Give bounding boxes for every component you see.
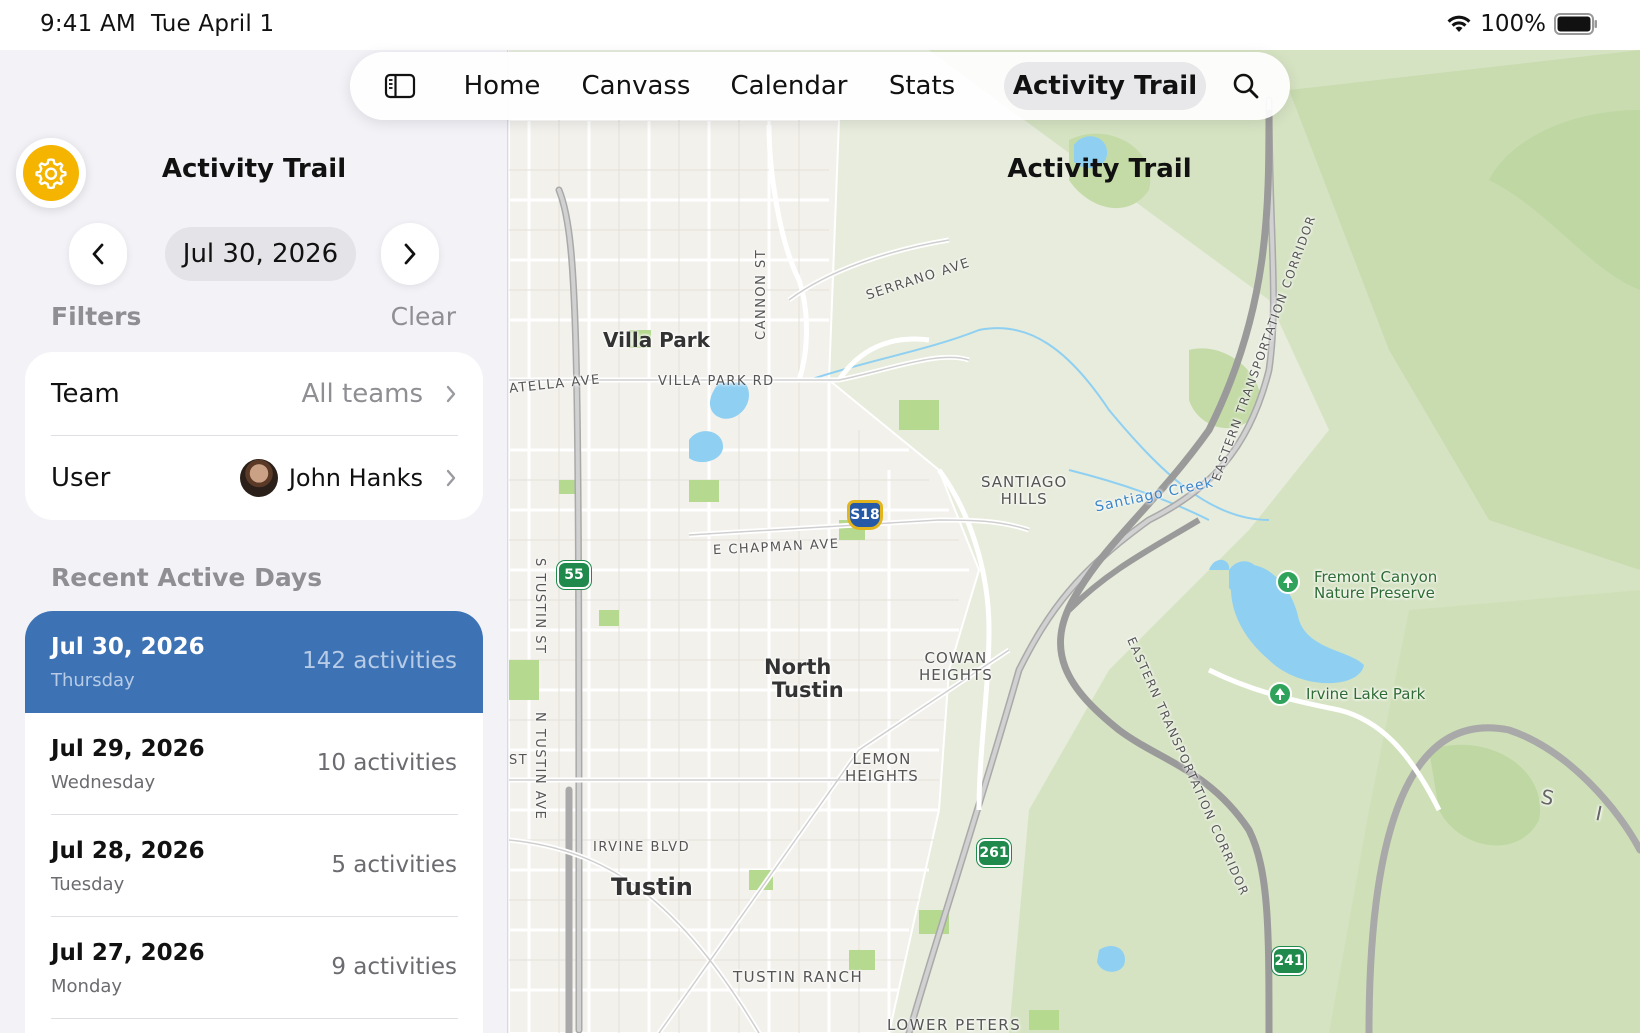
day-row[interactable]: Jul 28, 2026 Tuesday 5 activities: [25, 815, 483, 917]
map-label-hills: HILLS: [1000, 490, 1048, 508]
status-indicators: 100%: [1446, 11, 1598, 37]
tree-icon[interactable]: [1268, 682, 1292, 706]
sidebar-title: Activity Trail: [161, 154, 347, 184]
chevron-right-icon: [404, 243, 416, 265]
map-label-north: North: [764, 655, 832, 679]
tab-stats[interactable]: Stats: [874, 62, 970, 110]
map-label-lower-peters: LOWER PETERS: [887, 1016, 1022, 1033]
day-row[interactable]: Jul 27, 2026 Monday 9 activities: [25, 917, 483, 1019]
user-filter-label: User: [51, 463, 111, 493]
day-activity-count: 10 activities: [316, 750, 457, 776]
wifi-icon: [1446, 14, 1472, 34]
settings-button[interactable]: [16, 138, 86, 208]
tree-icon[interactable]: [1276, 570, 1300, 594]
map-title: Activity Trail: [1007, 154, 1192, 184]
tab-home[interactable]: Home: [450, 62, 554, 110]
chevron-right-icon: [446, 385, 456, 403]
map-label-lemon-heights: LEMON HEIGHTS: [845, 751, 919, 785]
route-s18-shield: S18: [848, 501, 882, 529]
tab-canvass[interactable]: Canvass: [568, 62, 704, 110]
map-label-fremont-1: Fremont Canyon: [1314, 568, 1438, 586]
sidebar: Activity Trail Jul 30, 2026 Filters Clea…: [0, 50, 508, 1033]
map-label-tustin: Tustin: [611, 873, 693, 901]
user-filter-value: John Hanks: [288, 464, 423, 492]
map-label-irvine-lake: Irvine Lake Park: [1306, 685, 1426, 703]
date-picker-button[interactable]: Jul 30, 2026: [165, 227, 356, 281]
day-row[interactable]: Jul 29, 2026 Wednesday 10 activities: [25, 713, 483, 815]
map-label-villa-park: Villa Park: [603, 328, 710, 352]
tab-bar: Home Canvass Calendar Stats Activity Tra…: [350, 52, 1290, 120]
filters-heading: Filters: [51, 302, 142, 331]
sidebar-toggle-button[interactable]: [368, 62, 432, 110]
map-label-lemon-heights-2: HEIGHTS: [845, 767, 919, 785]
search-icon: [1233, 73, 1259, 99]
map-label-villa-park-rd: VILLA PARK RD: [658, 374, 775, 389]
day-date: Jul 29, 2026: [51, 736, 205, 762]
day-row-selected[interactable]: Jul 30, 2026 Thursday 142 activities: [25, 611, 483, 713]
map-label-fremont: Fremont Canyon Nature Preserve: [1314, 569, 1437, 601]
day-date: Jul 27, 2026: [51, 940, 205, 966]
status-bar: 9:41 AM Tue April 1 100%: [0, 0, 1640, 50]
sidebar-icon: [384, 73, 416, 99]
map-label-irvine-blvd: IRVINE BLVD: [593, 840, 691, 855]
user-filter-row[interactable]: User John Hanks: [25, 436, 483, 520]
gear-icon: [23, 145, 79, 201]
day-date: Jul 30, 2026: [51, 634, 205, 660]
team-filter-label: Team: [51, 379, 120, 409]
divider: [51, 1018, 458, 1019]
map-label-north-tustin: Tustin: [772, 678, 844, 702]
map-label-s-tustin: S TUSTIN ST: [532, 558, 547, 655]
day-activity-count: 142 activities: [302, 648, 457, 674]
day-weekday: Monday: [51, 976, 123, 997]
tab-activity-trail[interactable]: Activity Trail: [1004, 62, 1206, 110]
route-55-shield: 55: [557, 561, 591, 589]
clear-filters-button[interactable]: Clear: [391, 302, 456, 331]
search-button[interactable]: [1222, 62, 1270, 110]
route-241-shield: 241: [1272, 947, 1306, 975]
status-date: Tue April 1: [150, 11, 275, 37]
map-label-cowan: COWAN: [924, 649, 988, 667]
next-day-button[interactable]: [381, 223, 439, 285]
recent-days-list: Jul 30, 2026 Thursday 142 activities Jul…: [25, 611, 483, 1033]
filter-card: Team All teams User John Hanks: [25, 352, 483, 520]
team-filter-value: All teams: [301, 379, 424, 409]
map-label-cannon: CANNON ST: [754, 248, 769, 340]
avatar: [240, 459, 278, 497]
status-time: 9:41 AM Tue April 1: [40, 11, 274, 37]
map-label-santiago: SANTIAGO: [981, 473, 1068, 491]
map-label-cowan-heights-2: HEIGHTS: [919, 666, 993, 684]
chevron-right-icon: [446, 469, 456, 487]
map-label-n-tustin: N TUSTIN AVE: [532, 712, 547, 821]
day-weekday: Wednesday: [51, 772, 156, 793]
status-clock: 9:41 AM: [40, 11, 136, 37]
day-weekday: Tuesday: [51, 874, 125, 895]
chevron-left-icon: [92, 243, 104, 265]
map-label-santiago-hills: SANTIAGO HILLS: [981, 474, 1067, 508]
map-label-fremont-2: Nature Preserve: [1314, 584, 1435, 602]
battery-icon: [1554, 13, 1598, 35]
tab-calendar[interactable]: Calendar: [718, 62, 860, 110]
map-label-cowan-heights: COWAN HEIGHTS: [919, 650, 993, 684]
day-activity-count: 9 activities: [331, 954, 457, 980]
previous-day-button[interactable]: [69, 223, 127, 285]
battery-percent: 100%: [1480, 11, 1546, 37]
map-label-st: ST: [509, 753, 529, 768]
map-label-lemon: LEMON: [852, 750, 912, 768]
day-date: Jul 28, 2026: [51, 838, 205, 864]
map-view[interactable]: Activity Trail Villa Park North Tustin T…: [509, 50, 1640, 1033]
route-261-shield: 261: [977, 839, 1011, 867]
map-label-tustin-ranch: TUSTIN RANCH: [733, 968, 864, 986]
team-filter-row[interactable]: Team All teams: [25, 352, 483, 436]
day-weekday: Thursday: [51, 670, 135, 691]
recent-days-heading: Recent Active Days: [51, 563, 323, 592]
day-activity-count: 5 activities: [331, 852, 457, 878]
